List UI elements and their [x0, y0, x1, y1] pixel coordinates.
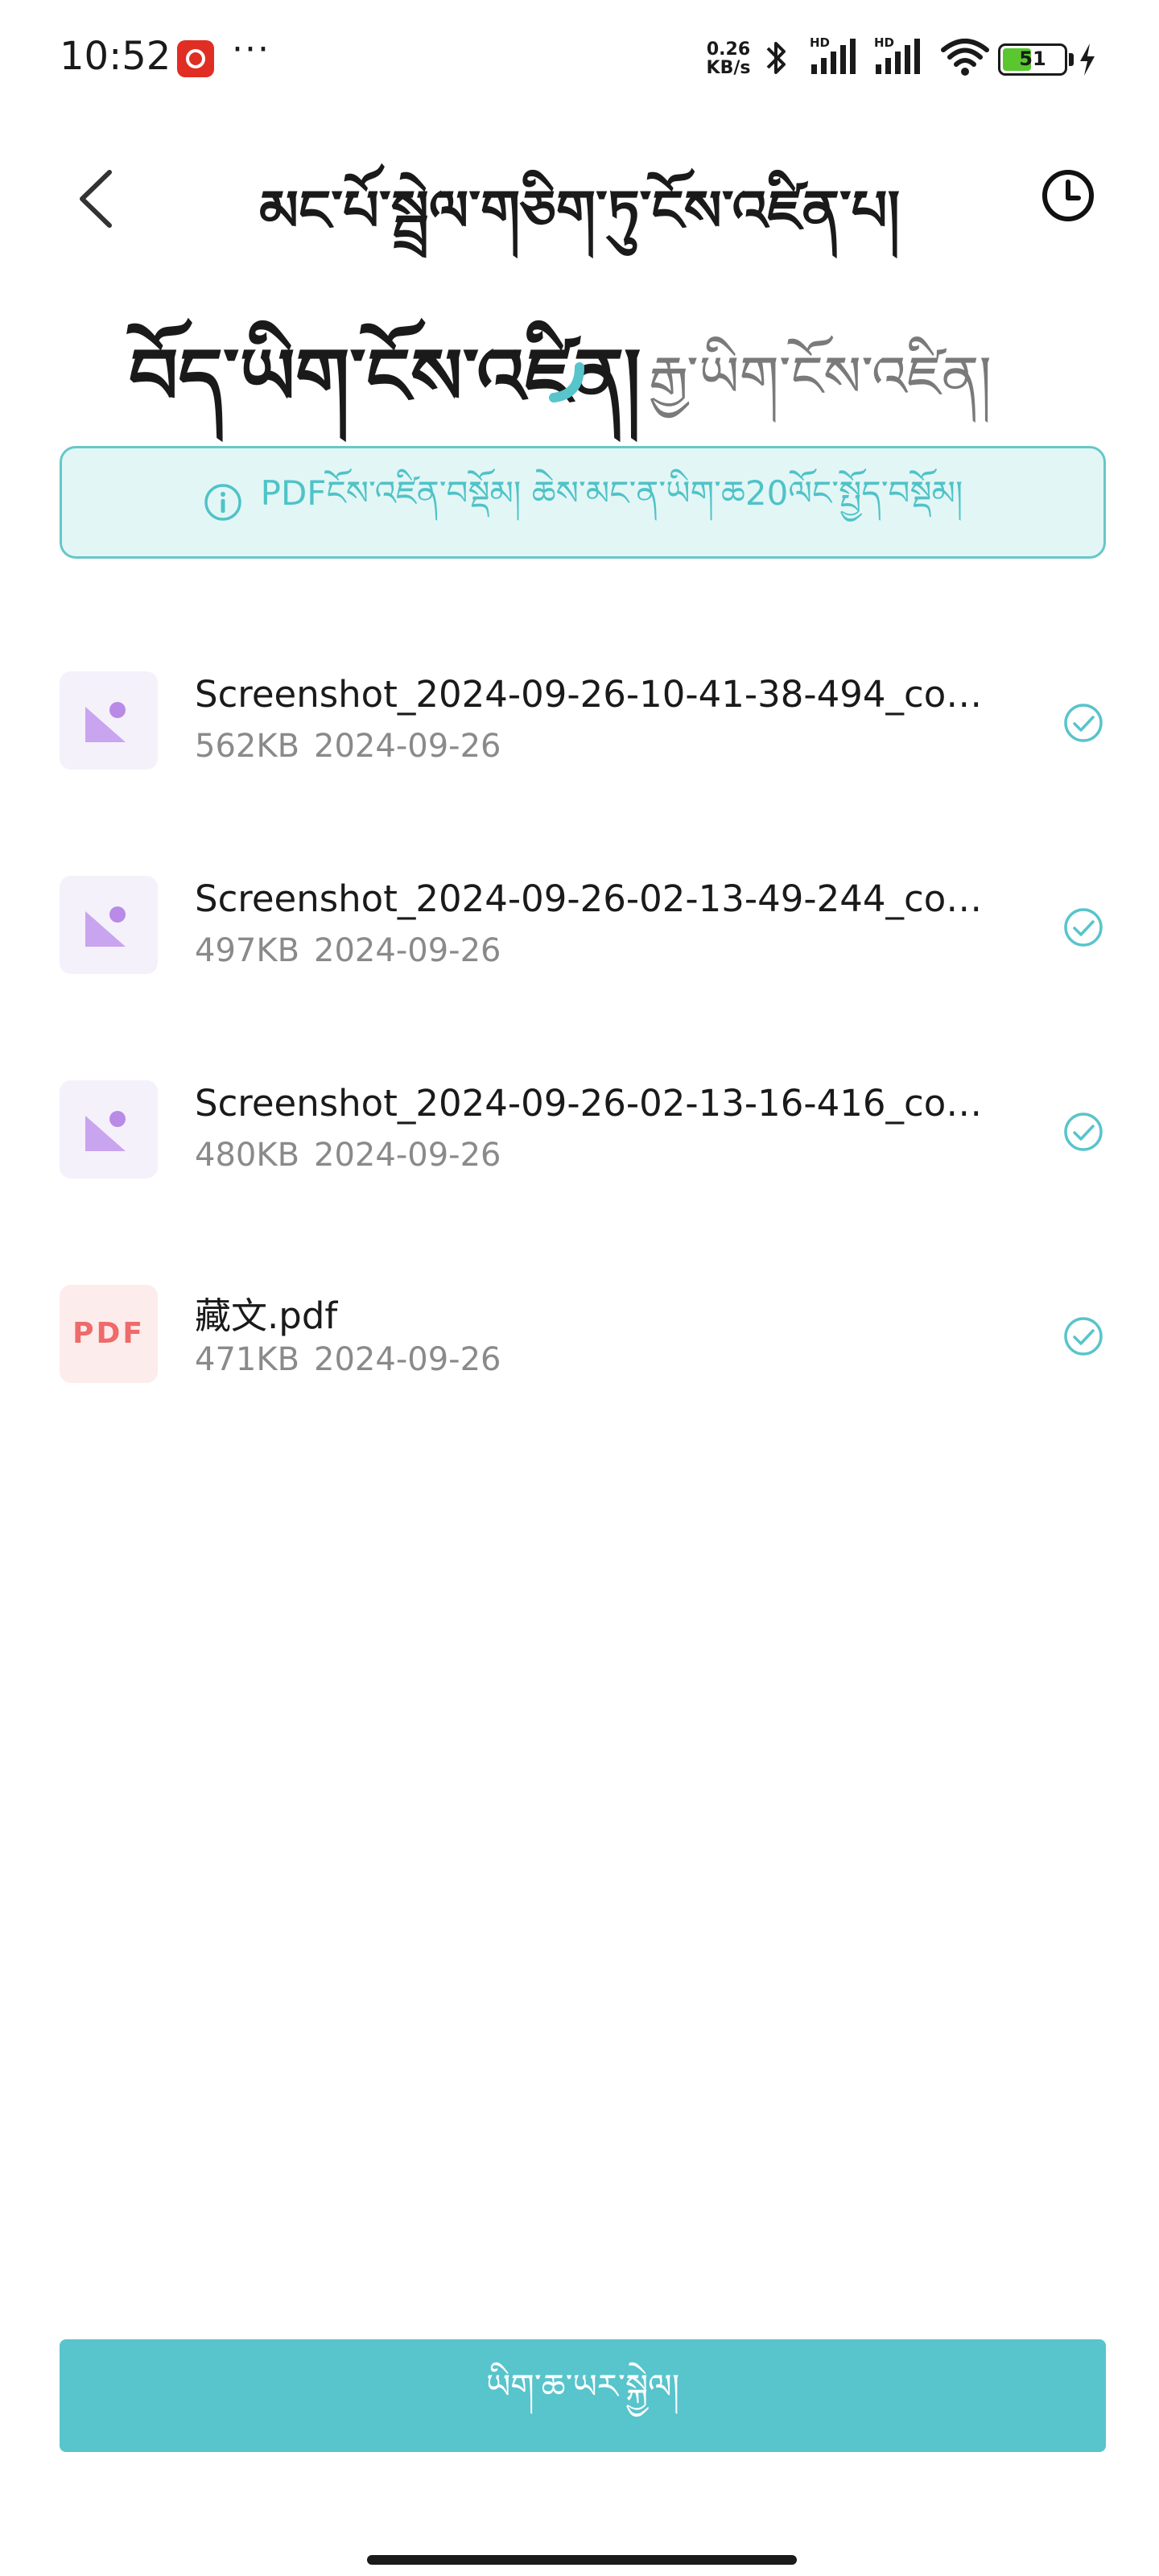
charging-icon [1080, 43, 1095, 76]
pdf-limit-notice: PDFངོས་འཛིན་བསྡོམ། ཆེས་མང་ན་ཡིག་ཆ20ལོང་ས… [60, 446, 1106, 559]
upload-button[interactable]: ཡིག་ཆ་ཡར་སྐྱེལ། [60, 2339, 1106, 2452]
network-speed-value: 0.26 [706, 39, 751, 60]
battery-icon: 51 [998, 43, 1067, 76]
pdf-icon: PDF [72, 1317, 145, 1350]
image-file-thumbnail [60, 1080, 158, 1179]
file-size: 480KB [195, 1137, 300, 1174]
image-file-thumbnail [60, 671, 158, 770]
file-name: 藏文.pdf [195, 1294, 338, 1337]
file-date: 2024-09-26 [314, 932, 501, 969]
signal-icon: HD [874, 35, 920, 74]
image-icon [85, 906, 126, 947]
file-name: Screenshot_2024-09-26-02-13-16-416_com.s… [195, 1082, 1016, 1125]
file-date: 2024-09-26 [314, 1341, 501, 1378]
recognition-tabs: བོད་ཡིག་ངོས་འཛིན། རྒྱ་ཡིག་ངོས་འཛིན། [0, 282, 1159, 422]
header: མང་པོ་སྦྲེལ་གཅིག་ཏུ་ངོས་འཛིན་པ། [0, 121, 1159, 266]
list-item[interactable]: Screenshot_2024-09-26-10-41-38-494_com.s… [0, 628, 1159, 832]
network-speed-unit: KB/s [706, 58, 751, 78]
battery-level: 51 [1019, 47, 1046, 70]
file-list: Screenshot_2024-09-26-10-41-38-494_com.s… [0, 628, 1159, 1446]
home-indicator[interactable] [367, 2555, 797, 2565]
image-icon [85, 1111, 126, 1151]
back-button[interactable] [68, 163, 124, 235]
list-item[interactable]: Screenshot_2024-09-26-02-13-16-416_com.s… [0, 1037, 1159, 1241]
check-circle-icon[interactable] [1062, 702, 1104, 744]
clock-icon [1042, 170, 1094, 221]
network-speed: 0.26 KB/s [700, 40, 757, 77]
signal-hd-label: HD [874, 35, 894, 50]
status-bar: 10:52 ··· 0.26 KB/s HD HD 51 [0, 0, 1159, 121]
back-chevron-icon [80, 170, 112, 228]
pdf-file-thumbnail: PDF [60, 1285, 158, 1383]
file-meta: 471KB 2024-09-26 [195, 1341, 501, 1378]
more-notifications-icon: ··· [232, 29, 270, 70]
check-circle-icon[interactable] [1062, 1111, 1104, 1153]
active-tab-indicator [549, 362, 584, 402]
image-file-thumbnail [60, 876, 158, 974]
file-date: 2024-09-26 [314, 728, 501, 765]
file-name: Screenshot_2024-09-26-10-41-38-494_com.s… [195, 673, 1016, 716]
list-item[interactable]: Screenshot_2024-09-26-02-13-49-244_com.s… [0, 832, 1159, 1037]
wifi-icon [941, 39, 989, 76]
file-size: 497KB [195, 932, 300, 969]
bluetooth-icon [766, 42, 786, 74]
file-size: 471KB [195, 1341, 300, 1378]
image-icon [85, 702, 126, 742]
file-meta: 497KB 2024-09-26 [195, 932, 501, 969]
file-name: Screenshot_2024-09-26-02-13-49-244_com.s… [195, 877, 1016, 920]
status-time: 10:52 [60, 34, 171, 79]
battery-tip [1069, 53, 1074, 66]
notice-text: PDFངོས་འཛིན་བསྡོམ། ཆེས་མང་ན་ཡིག་ཆ20ལོང་ས… [260, 473, 963, 513]
file-date: 2024-09-26 [314, 1137, 501, 1174]
app-notification-icon [177, 40, 214, 77]
list-item[interactable]: PDF 藏文.pdf 471KB 2024-09-26 [0, 1241, 1159, 1446]
check-circle-icon[interactable] [1062, 906, 1104, 948]
signal-hd-label: HD [810, 35, 830, 50]
history-button[interactable] [1038, 166, 1098, 225]
signal-icon: HD [810, 35, 856, 74]
file-meta: 562KB 2024-09-26 [195, 728, 501, 765]
check-circle-icon[interactable] [1062, 1315, 1104, 1357]
file-size: 562KB [195, 728, 300, 765]
file-meta: 480KB 2024-09-26 [195, 1137, 501, 1174]
info-icon [204, 484, 241, 521]
screen: 10:52 ··· 0.26 KB/s HD HD 51 མང་པོ་སྦྲེལ… [0, 0, 1159, 2576]
